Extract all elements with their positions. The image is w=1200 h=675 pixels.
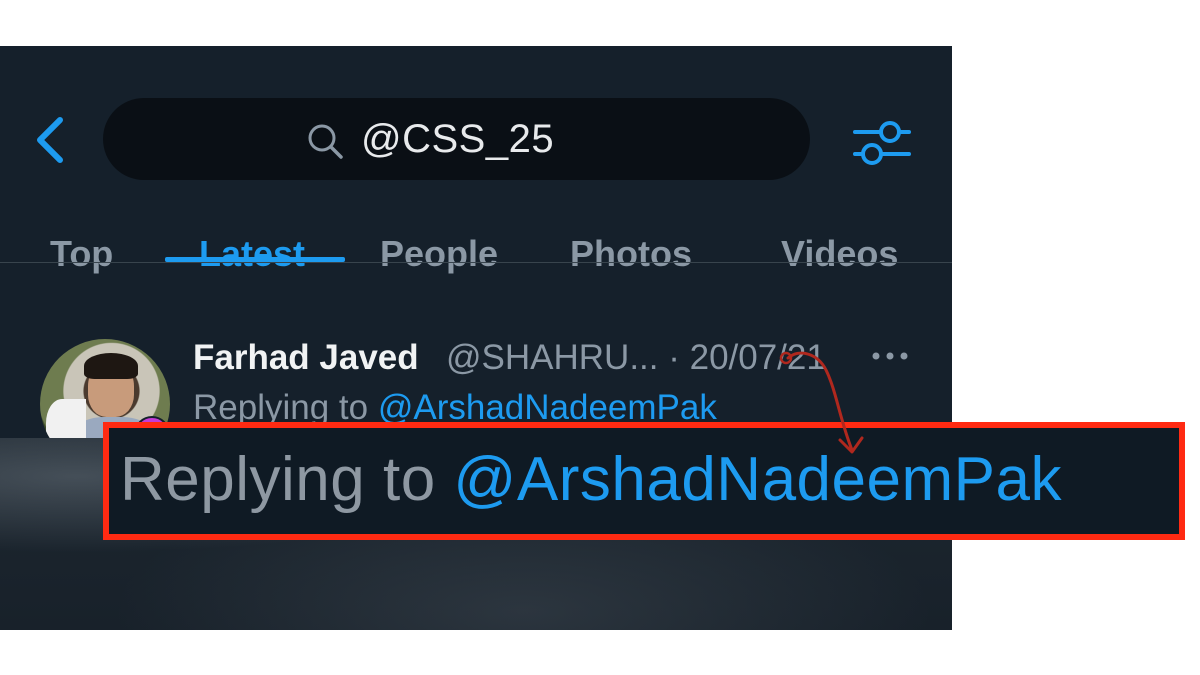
twitter-search-screen: @CSS_25 Top Latest People Photos Videos … bbox=[0, 46, 952, 630]
annotation-arrow-icon bbox=[779, 351, 864, 454]
search-tabs: Top Latest People Photos Videos bbox=[0, 226, 952, 308]
zoomed-replying-label: Replying to bbox=[120, 445, 454, 514]
tab-top[interactable]: Top bbox=[50, 226, 113, 308]
tweet-handle-date: @SHAHRU... · 20/07/21 bbox=[446, 338, 826, 377]
search-icon bbox=[308, 124, 343, 159]
avatar-hair bbox=[84, 353, 138, 379]
tab-people[interactable]: People bbox=[380, 226, 498, 308]
back-chevron-icon[interactable] bbox=[30, 114, 70, 166]
search-query[interactable]: @CSS_25 bbox=[361, 114, 554, 164]
tab-photos[interactable]: Photos bbox=[570, 226, 692, 308]
tab-videos[interactable]: Videos bbox=[781, 226, 898, 308]
zoomed-mention: @ArshadNadeemPak bbox=[453, 445, 1062, 514]
tweet-author-name[interactable]: Farhad Javed bbox=[193, 336, 419, 380]
tabs-divider bbox=[0, 262, 952, 263]
zoomed-replying-to: Replying to @ArshadNadeemPak bbox=[120, 440, 1062, 520]
tab-latest[interactable]: Latest bbox=[199, 226, 305, 308]
search-bar[interactable]: @CSS_25 bbox=[103, 98, 810, 180]
filter-sliders-icon[interactable] bbox=[852, 118, 912, 166]
